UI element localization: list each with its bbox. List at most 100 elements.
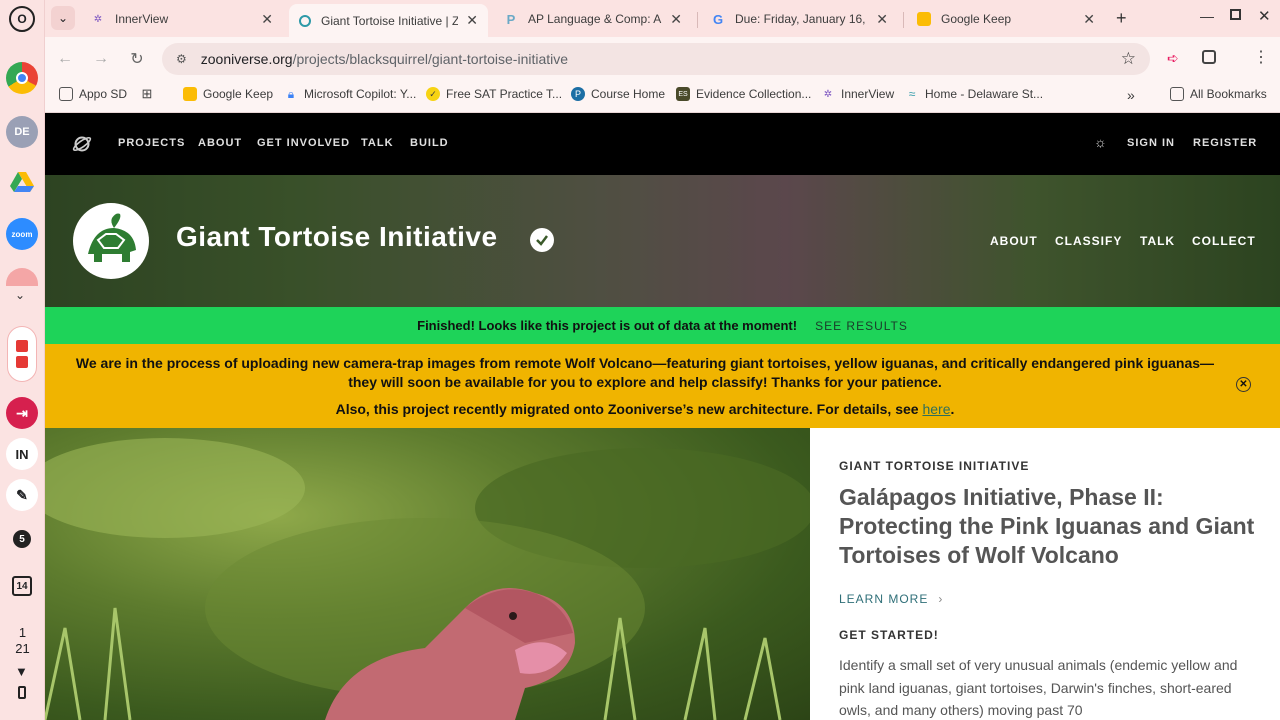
zooniverse-favicon-icon — [299, 14, 311, 27]
tab-innerview[interactable]: ✲ InnerView ✕ — [81, 4, 283, 34]
chrome-app-icon[interactable] — [6, 62, 38, 94]
close-tab-icon[interactable]: ✕ — [261, 11, 273, 28]
nav-build[interactable]: BUILD — [410, 137, 449, 149]
project-about-link[interactable]: ABOUT — [990, 234, 1038, 248]
bookmark-copilot[interactable]: 🔒︎ Microsoft Copilot: Y... — [284, 86, 416, 102]
bookmarks-overflow-chevron-icon[interactable]: » — [1127, 87, 1135, 103]
checkmark-icon: ✓ — [426, 87, 440, 101]
innerview-app-icon[interactable]: IN — [6, 438, 38, 470]
minimize-window-icon[interactable]: — — [1200, 8, 1214, 24]
project-info-panel: GIANT TORTOISE INITIATIVE Galápagos Init… — [810, 428, 1280, 720]
chrome-menu-kebab-icon[interactable]: ⋮ — [1253, 47, 1269, 67]
zooniverse-logo-icon[interactable] — [72, 134, 92, 154]
address-bar[interactable]: ⚙ zooniverse.org/projects/blacksquirrel/… — [162, 43, 1150, 75]
apps-grid-button[interactable]: ⊞ — [140, 86, 160, 101]
get-started-heading: GET STARTED! — [839, 628, 939, 642]
close-tab-icon[interactable]: ✕ — [1083, 11, 1095, 28]
tab-google-keep[interactable]: Google Keep ✕ — [907, 4, 1105, 34]
nav-about[interactable]: ABOUT — [198, 137, 242, 149]
google-keep-favicon-icon — [917, 12, 931, 26]
google-favicon-icon: G — [712, 11, 724, 27]
evidence-icon: ES — [676, 87, 690, 101]
wave-icon: ≈ — [908, 87, 916, 101]
course-home-icon: P — [571, 87, 585, 101]
sign-in-link[interactable]: SIGN IN — [1127, 137, 1175, 149]
tab-separator — [697, 12, 698, 28]
nav-projects[interactable]: PROJECTS — [118, 137, 185, 149]
tortoise-logo-icon — [88, 213, 136, 262]
app-icon-partial[interactable] — [6, 268, 38, 286]
close-tab-icon[interactable]: ✕ — [670, 11, 682, 28]
profile-app-icon[interactable]: DE — [6, 116, 38, 148]
bookmark-star-icon[interactable]: ☆ — [1121, 49, 1136, 69]
bookmark-innerview[interactable]: ✲ InnerView — [821, 87, 894, 101]
close-tab-icon[interactable]: ✕ — [466, 12, 478, 29]
innerview-favicon-icon: ✲ — [93, 13, 103, 25]
bookmark-appo-sd[interactable]: Appo SD — [59, 87, 127, 101]
ap-favicon-icon: P — [506, 11, 516, 27]
bookmark-free-sat[interactable]: ✓ Free SAT Practice T... — [426, 87, 562, 101]
zoom-app-icon[interactable]: zoom — [6, 218, 38, 250]
dismiss-banner-close-icon[interactable]: ✕ — [1236, 377, 1251, 392]
bookmark-evidence-collection[interactable]: ES Evidence Collection... — [676, 87, 811, 101]
folder-icon — [1170, 87, 1184, 101]
tab-due-friday[interactable]: G Due: Friday, January 16, 20 ✕ — [701, 4, 898, 34]
project-classify-link[interactable]: CLASSIFY — [1055, 234, 1122, 248]
clock-hour: 1 — [18, 625, 27, 640]
apps-grid-icon: ⊞ — [141, 86, 153, 101]
announcement-banner: We are in the process of uploading new c… — [45, 344, 1280, 428]
clock-minute: 21 — [15, 641, 30, 656]
shelf-expand-chevron-icon[interactable]: ⌄ — [15, 288, 25, 302]
site-info-icon[interactable]: ⚙ — [176, 52, 187, 66]
back-arrow-icon[interactable]: ← — [53, 47, 77, 71]
notification-badge[interactable]: 5 — [6, 523, 38, 555]
project-talk-link[interactable]: TALK — [1140, 234, 1175, 248]
url-path: /projects/blacksquirrel/giant-tortoise-i… — [292, 51, 569, 67]
tab-search-chevron-icon[interactable]: ⌄ — [51, 6, 75, 30]
iguana-photo — [45, 428, 810, 720]
battery-icon[interactable] — [18, 686, 26, 699]
pen-tool-icon[interactable]: ✎ — [6, 479, 38, 511]
chevron-right-icon: › — [938, 592, 944, 606]
see-results-link[interactable]: SEE RESULTS — [815, 319, 908, 333]
pink-iguana-image — [45, 438, 810, 720]
new-tab-plus-icon[interactable]: + — [1116, 8, 1127, 29]
nav-get-involved[interactable]: GET INVOLVED — [257, 137, 350, 149]
reload-icon[interactable]: ↻ — [125, 47, 149, 71]
theme-sun-icon[interactable]: ☼ — [1094, 134, 1107, 150]
extensions-puzzle-icon[interactable] — [1202, 50, 1216, 64]
zooniverse-nav: PROJECTS ABOUT GET INVOLVED TALK BUILD ☼… — [45, 113, 1280, 175]
migration-notice: Also, this project recently migrated ont… — [335, 401, 955, 417]
all-bookmarks-button[interactable]: All Bookmarks — [1170, 87, 1267, 101]
google-drive-icon[interactable] — [6, 166, 38, 198]
bookmark-google-keep[interactable]: Google Keep — [183, 87, 273, 101]
register-link[interactable]: REGISTER — [1193, 137, 1257, 149]
project-collect-link[interactable]: COLLECT — [1192, 234, 1256, 248]
project-eyebrow: GIANT TORTOISE INITIATIVE — [839, 459, 1030, 473]
close-window-icon[interactable]: ✕ — [1258, 7, 1271, 25]
finished-banner: Finished! Looks like this project is out… — [45, 307, 1280, 344]
nav-talk[interactable]: TALK — [361, 137, 394, 149]
close-tab-icon[interactable]: ✕ — [876, 11, 888, 28]
innerview-icon: ✲ — [823, 88, 833, 100]
learn-more-link[interactable]: LEARN MORE › — [839, 592, 943, 606]
migration-details-link[interactable]: here — [922, 401, 950, 417]
forward-arrow-icon[interactable]: → — [89, 47, 113, 71]
pdf-apps-group-icon[interactable] — [7, 326, 37, 382]
wifi-icon[interactable]: ▼ — [15, 664, 28, 679]
restore-window-icon[interactable] — [1230, 9, 1241, 20]
tab-giant-tortoise[interactable]: Giant Tortoise Initiative | Zo ✕ — [289, 4, 488, 37]
project-avatar[interactable] — [73, 203, 149, 279]
tab-strip: ⌄ ✲ InnerView ✕ Giant Tortoise Initiativ… — [45, 0, 1280, 37]
bookmark-delaware[interactable]: ≈ Home - Delaware St... — [905, 87, 1043, 101]
tab-ap-language[interactable]: P AP Language & Comp: AP L ✕ — [494, 4, 692, 34]
calendar-icon[interactable]: 14 — [6, 570, 38, 602]
bookmark-course-home[interactable]: P Course Home — [571, 87, 665, 101]
launcher-button[interactable]: O — [9, 6, 35, 32]
url-host: zooniverse.org — [200, 51, 293, 67]
project-description: Identify a small set of very unusual ani… — [839, 657, 1238, 718]
exit-app-icon[interactable]: ⇥ — [6, 397, 38, 429]
folder-icon — [59, 87, 73, 101]
lock-icon: 🔒︎ — [287, 86, 295, 101]
extension-arrow-icon[interactable]: ➪ — [1167, 50, 1179, 67]
